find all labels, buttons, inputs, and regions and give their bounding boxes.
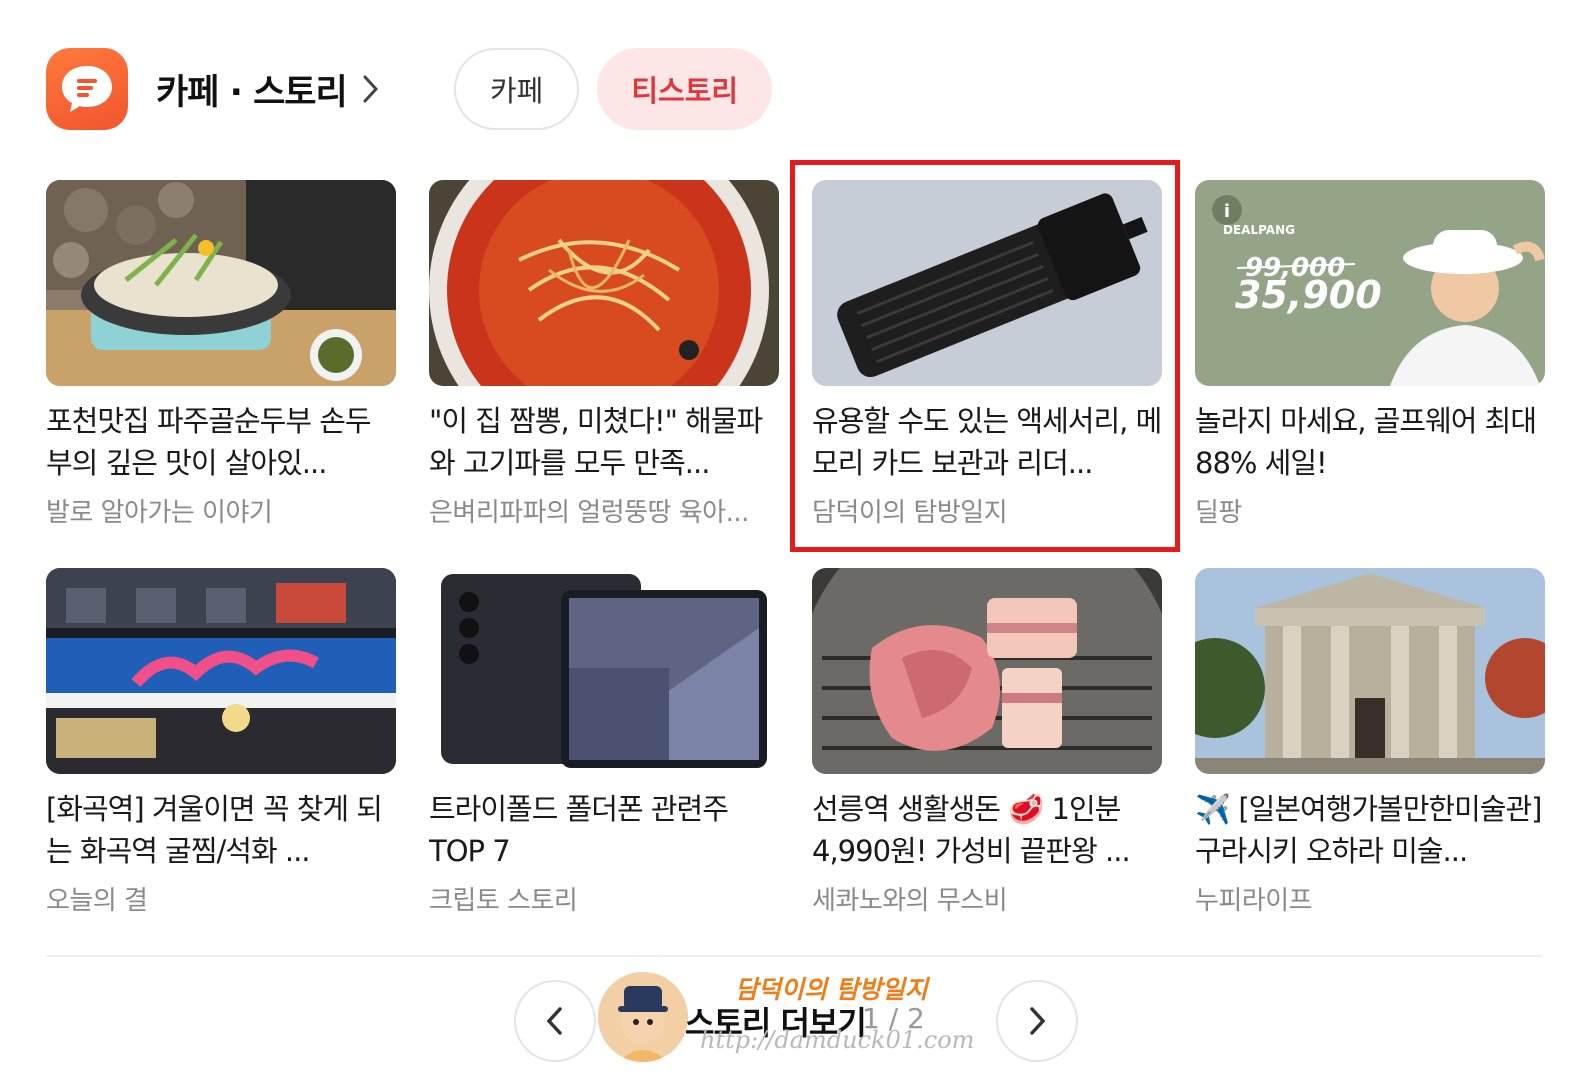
story-card[interactable]: 포천맛집 파주골순두부 손두부의 깊은 맛이 살아있... 발로 알아가는 이야… <box>46 180 396 540</box>
story-title: 트라이폴드 폴더폰 관련주 TOP 7 <box>429 792 729 868</box>
tab-cafe[interactable]: 카페 <box>454 48 580 130</box>
story-card-highlighted[interactable]: 유용할 수도 있는 액세서리, 메모리 카드 보관과 리더... 담덕이의 탐방… <box>812 180 1162 540</box>
story-thumbnail <box>812 180 1162 386</box>
story-thumbnail <box>46 180 396 386</box>
section-title: 카페 · 스토리 <box>156 72 348 113</box>
pager: 스토리 더보기 1 / 2 담덕이의 탐방일지 http://damduck01… <box>0 972 1592 1062</box>
watermark-avatar <box>598 972 688 1062</box>
tab-bar: 카페 티스토리 <box>454 48 773 130</box>
story-source: 은벼리파파의 얼렁뚱땅 육아... <box>429 498 749 528</box>
story-source: 세콰노와의 무스비 <box>812 886 1008 916</box>
story-card[interactable]: 선릉역 생활생돈 🥩 1인분 4,990원! 가성비 끝판왕 ... 세콰노와의… <box>812 568 1162 928</box>
section-header: 카페 · 스토리 <box>46 48 381 130</box>
ad-new-price: 35,900 <box>1235 273 1382 317</box>
story-card[interactable]: [화곡역] 겨울이면 꼭 찾게 되는 화곡역 굴찜/석화 ... 오늘의 결 <box>46 568 396 928</box>
story-thumbnail <box>1195 568 1545 774</box>
story-card-ad[interactable]: i DEALPANG 99,000 35,900 놀라지 마세요, 골프웨어 최… <box>1195 180 1545 540</box>
story-grid: 포천맛집 파주골순두부 손두부의 깊은 맛이 살아있... 발로 알아가는 이야… <box>46 180 1545 928</box>
story-title: "이 집 짬뽕, 미쳤다!" 해물파와 고기파를 모두 만족... <box>429 404 763 480</box>
story-thumbnail <box>429 180 779 386</box>
watermark-url: http://damduck01.com <box>700 1026 975 1054</box>
ad-thumbnail: i DEALPANG 99,000 35,900 <box>1195 180 1545 386</box>
story-title: 선릉역 생활생돈 🥩 1인분 4,990원! 가성비 끝판왕 ... <box>812 792 1131 868</box>
next-page-button[interactable] <box>996 980 1078 1062</box>
story-thumbnail <box>46 568 396 774</box>
chevron-left-icon <box>546 1007 562 1035</box>
story-card[interactable]: 트라이폴드 폴더폰 관련주 TOP 7 크립토 스토리 <box>429 568 779 928</box>
tab-tistory[interactable]: 티스토리 <box>597 48 773 130</box>
chevron-right-icon <box>363 75 378 103</box>
story-title: 포천맛집 파주골순두부 손두부의 깊은 맛이 살아있... <box>46 404 372 480</box>
story-title: ✈️ [일본여행가볼만한미술관] 구라시키 오하라 미술... <box>1195 792 1542 868</box>
story-thumbnail <box>812 568 1162 774</box>
divider <box>46 955 1542 957</box>
story-source: 딜팡 <box>1195 498 1242 528</box>
story-title: [화곡역] 겨울이면 꼭 찾게 되는 화곡역 굴찜/석화 ... <box>46 792 383 868</box>
story-source: 누피라이프 <box>1195 886 1313 916</box>
watermark-name: 담덕이의 탐방일지 <box>735 975 928 1004</box>
section-title-link[interactable]: 카페 · 스토리 <box>156 64 381 115</box>
ad-brand: DEALPANG <box>1223 223 1295 237</box>
story-thumbnail <box>429 568 779 774</box>
prev-page-button[interactable] <box>514 980 596 1062</box>
chevron-right-icon <box>1030 1007 1046 1035</box>
story-card[interactable]: "이 집 짬뽕, 미쳤다!" 해물파와 고기파를 모두 만족... 은벼리파파의… <box>429 180 779 540</box>
story-title: 놀라지 마세요, 골프웨어 최대 88% 세일! <box>1195 404 1537 480</box>
story-source: 크립토 스토리 <box>429 886 578 916</box>
story-source: 담덕이의 탐방일지 <box>812 498 1008 528</box>
story-title: 유용할 수도 있는 액세서리, 메모리 카드 보관과 리더... <box>812 404 1162 480</box>
story-source: 발로 알아가는 이야기 <box>46 498 273 528</box>
chat-bubble-icon <box>46 48 128 130</box>
svg-text:i: i <box>1224 201 1230 222</box>
story-source: 오늘의 결 <box>46 886 148 916</box>
story-card[interactable]: ✈️ [일본여행가볼만한미술관] 구라시키 오하라 미술... 누피라이프 <box>1195 568 1545 928</box>
